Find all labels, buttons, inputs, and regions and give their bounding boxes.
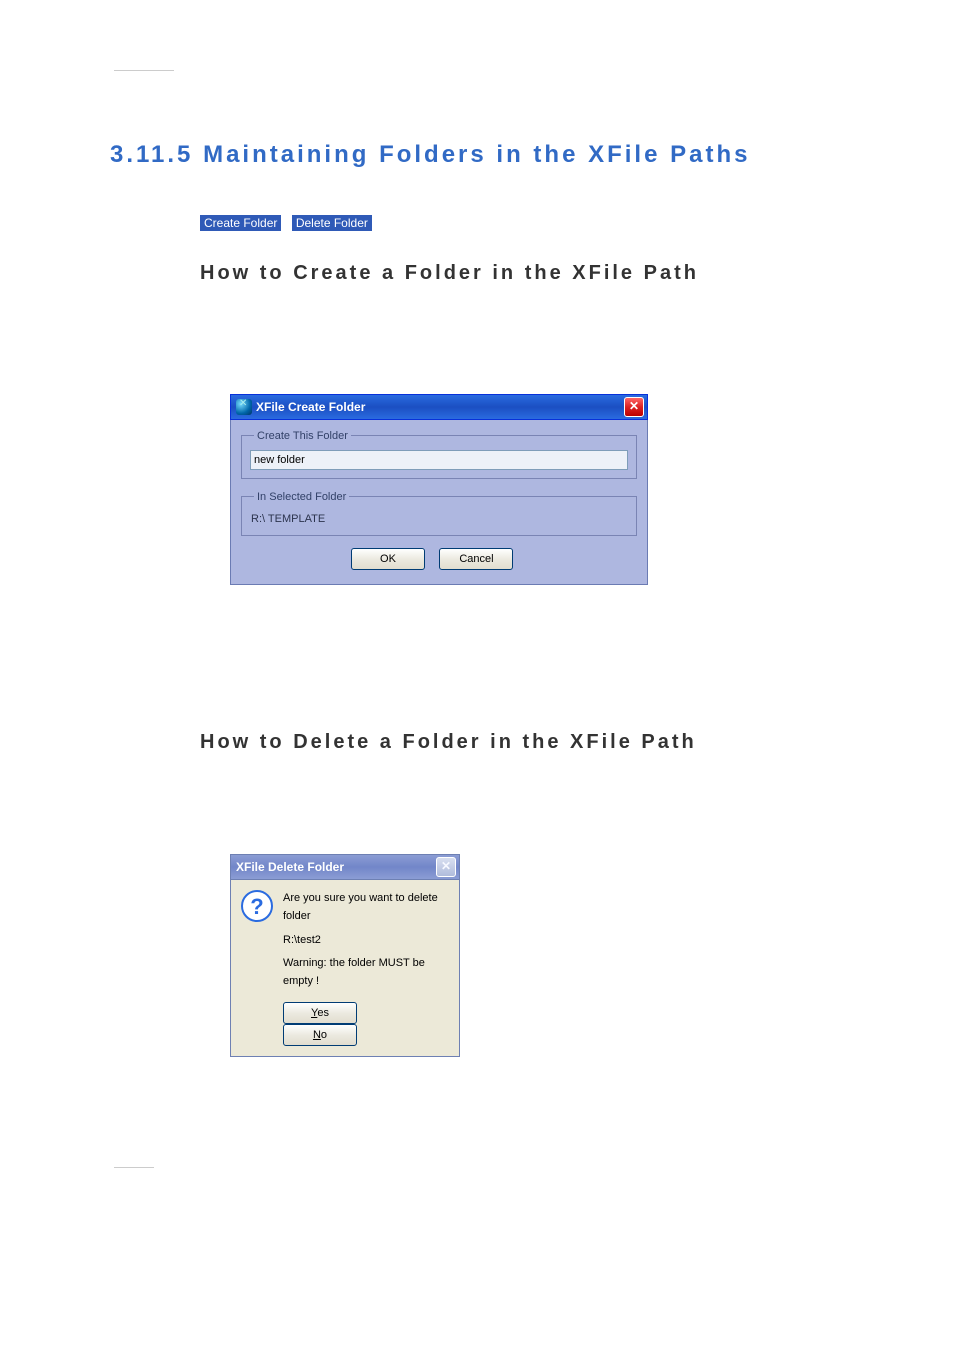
delete-subheading: How to Delete a Folder in the XFile Path (200, 731, 864, 754)
delete-folder-pill: Delete Folder (292, 215, 372, 231)
delete-dialog-titlebar[interactable]: XFile Delete Folder ✕ (230, 854, 460, 880)
delete-msg-line2: R:\test2 (283, 932, 449, 950)
bottom-rule (114, 1167, 154, 1168)
delete-dialog-title: XFile Delete Folder (236, 860, 436, 874)
create-dialog-titlebar[interactable]: XFile Create Folder ✕ (230, 394, 648, 420)
create-outro-2: new folder. If the folder name is alread… (200, 628, 864, 646)
cancel-button[interactable]: Cancel (439, 548, 513, 570)
section-heading: 3.11.5 Maintaining Folders in the XFile … (110, 141, 864, 169)
delete-intro-1: To delete a folder in the XFile path, se… (200, 774, 864, 792)
delete-msg-line1: Are you sure you want to delete folder (283, 890, 449, 925)
question-icon: ? (241, 890, 273, 922)
create-intro-3: The XFile Create Folder dialog box is di… (200, 356, 864, 374)
create-outro-3: Click on OK to clear the error message a… (200, 652, 864, 670)
delete-dialog: XFile Delete Folder ✕ ? Are you sure you… (230, 854, 460, 1057)
yes-button[interactable]: Yes (283, 1002, 357, 1024)
app-icon (236, 399, 252, 415)
create-dialog-title: XFile Create Folder (256, 400, 624, 414)
pill-row: Create Folder Delete Folder (200, 214, 864, 232)
close-icon[interactable]: ✕ (436, 857, 456, 877)
svg-text:?: ? (250, 894, 263, 919)
selected-folder-path: R:\ TEMPLATE (250, 511, 628, 527)
delete-msg-line3: Warning: the folder MUST be empty ! (283, 955, 449, 990)
in-selected-folder-legend: In Selected Folder (254, 491, 349, 503)
in-selected-folder-group: In Selected Folder R:\ TEMPLATE (241, 491, 637, 536)
create-this-folder-legend: Create This Folder (254, 430, 351, 442)
delete-intro-3: The XFile Delete Folder dialog box is di… (200, 825, 864, 843)
top-rule (114, 70, 174, 71)
delete-intro-2: click on the Delete Folder button. (200, 797, 864, 815)
create-intro-2: placed, then click on the Create Folder … (200, 329, 864, 347)
create-outro-1: Enter the desired folder name in the Cre… (200, 605, 864, 623)
create-dialog: XFile Create Folder ✕ Create This Folder… (230, 394, 648, 585)
create-intro-1: To create a folder in the XFile path, se… (200, 305, 864, 323)
create-folder-pill: Create Folder (200, 215, 281, 231)
delete-outro-1: Click on Yes to confirm or No to cancel.… (200, 1075, 864, 1093)
create-dialog-body: Create This Folder In Selected Folder R:… (230, 420, 648, 585)
no-button[interactable]: No (283, 1024, 357, 1046)
delete-dialog-body: ? Are you sure you want to delete folder… (230, 880, 460, 1057)
delete-outro-2: displayed (the folder will not be delete… (200, 1099, 864, 1117)
create-subheading: How to Create a Folder in the XFile Path (200, 262, 864, 285)
folder-name-input[interactable] (250, 450, 628, 470)
ok-button[interactable]: OK (351, 548, 425, 570)
create-this-folder-group: Create This Folder (241, 430, 637, 479)
close-icon[interactable]: ✕ (624, 397, 644, 417)
